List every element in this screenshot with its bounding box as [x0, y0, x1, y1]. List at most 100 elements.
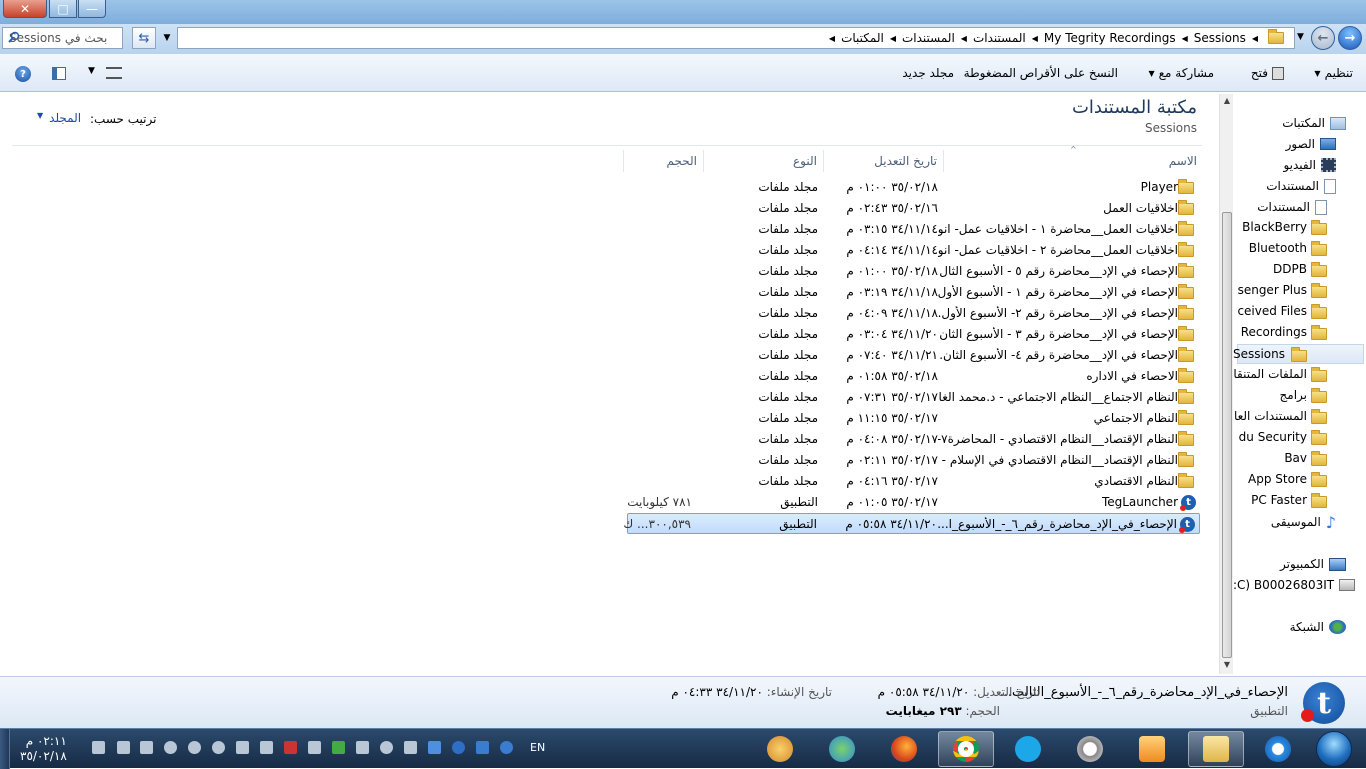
nav-item-computer[interactable]: الكمبيوتر — [1280, 554, 1346, 574]
tray-app-icon[interactable] — [164, 741, 177, 754]
maximize-button[interactable]: □ — [49, 0, 77, 18]
address-dropdown[interactable]: ▼ — [158, 27, 176, 49]
open-button[interactable]: فتح — [1251, 54, 1284, 92]
nav-folder-item[interactable]: Sessions — [1233, 344, 1364, 364]
preview-pane-icon[interactable] — [52, 67, 66, 80]
taskbar-app-media-player[interactable] — [1124, 731, 1180, 767]
volume-icon[interactable] — [92, 741, 105, 754]
nav-folder-item[interactable]: PC Faster — [1233, 491, 1327, 511]
tray-app-icon[interactable] — [500, 741, 513, 754]
nav-folder-item[interactable]: DDPB — [1233, 260, 1327, 280]
crumb-separator-icon[interactable]: ◀ — [829, 34, 835, 43]
refresh-button[interactable]: ⇆ — [132, 27, 156, 49]
tray-app-icon[interactable] — [452, 741, 465, 754]
nav-folder-item[interactable]: ceived Files — [1233, 302, 1327, 322]
nav-item-documents[interactable]: المستندات — [1266, 176, 1336, 196]
bluetooth-icon[interactable] — [428, 741, 441, 754]
tray-app-icon[interactable] — [236, 741, 249, 754]
crumb-separator-icon[interactable]: ◀ — [890, 34, 896, 43]
tray-app-icon[interactable] — [308, 741, 321, 754]
breadcrumb-item-documents-2[interactable]: المستندات — [973, 31, 1026, 45]
taskbar-app-paint[interactable] — [752, 731, 808, 767]
share-with-button[interactable]: مشاركة مع ▼ — [1148, 54, 1214, 92]
language-indicator[interactable]: EN — [530, 741, 545, 754]
burn-button[interactable]: النسخ على الأقراص المضغوطة — [964, 54, 1118, 92]
nav-item-videos[interactable]: الفيديو — [1283, 155, 1336, 175]
nav-folder-item[interactable]: du Security — [1233, 428, 1327, 448]
tray-app-icon[interactable] — [212, 741, 225, 754]
table-row[interactable]: الإحصاء في الإد__محاضرة رقم ٤- الأسبوع ا… — [627, 345, 1200, 366]
column-header-name[interactable]: الاسم — [943, 150, 1203, 172]
table-row[interactable]: الإحصاء في الإد__محاضرة رقم ٢- الأسبوع ا… — [627, 303, 1200, 324]
table-row[interactable]: اخلاقيات العمل ٣٥/٠٢/١٦ ٠٢:٤٣ م مجلد ملفات — [627, 198, 1200, 219]
crumb-separator-icon[interactable]: ◀ — [961, 34, 967, 43]
table-row[interactable]: اخلاقيات العمل__محاضرة ٢ - اخلاقيات عمل-… — [627, 240, 1200, 261]
taskbar-app-ie[interactable] — [1250, 731, 1306, 767]
taskbar-app-chrome[interactable] — [938, 731, 994, 767]
crumb-separator-icon[interactable]: ◀ — [1032, 34, 1038, 43]
nav-folder-item[interactable]: Bluetooth — [1233, 239, 1327, 259]
tray-app-icon[interactable] — [476, 741, 489, 754]
table-row[interactable]: النظام الإقتصاد__النظام الاقتصادي في الإ… — [627, 450, 1200, 471]
vertical-scrollbar[interactable]: ▲ ▼ — [1219, 94, 1233, 674]
breadcrumb-item-sessions[interactable]: Sessions — [1194, 31, 1246, 45]
back-button[interactable]: → — [1338, 26, 1362, 50]
address-bar[interactable]: ◀ المكتبات ◀ المستندات ◀ المستندات ◀ My … — [177, 27, 1295, 49]
nav-folder-item[interactable]: برامج — [1233, 386, 1327, 406]
scroll-thumb[interactable] — [1222, 212, 1232, 658]
tray-app-icon[interactable] — [260, 741, 273, 754]
show-desktop-button[interactable] — [0, 729, 10, 769]
crumb-separator-icon[interactable]: ◀ — [1252, 34, 1258, 43]
arrange-by-dropdown[interactable]: المجلد ▼ — [37, 111, 81, 125]
nav-folder-item[interactable]: BlackBerry — [1233, 218, 1327, 238]
clock[interactable]: ٠٢:١١ م ٣٥/٠٢/١٨ — [20, 734, 67, 764]
breadcrumb-item-libraries[interactable]: المكتبات — [841, 31, 884, 45]
close-button[interactable]: ✕ — [3, 0, 47, 18]
help-icon[interactable]: ? — [15, 66, 31, 82]
scroll-up-icon[interactable]: ▲ — [1222, 96, 1232, 108]
tray-app-icon[interactable] — [332, 741, 345, 754]
action-center-flag-icon[interactable] — [404, 741, 417, 754]
taskbar-app-clock[interactable] — [1062, 731, 1118, 767]
table-row[interactable]: النظام الاجتماع__النظام الاجتماعي - د.مح… — [627, 387, 1200, 408]
breadcrumb-item-documents[interactable]: المستندات — [902, 31, 955, 45]
tray-app-icon[interactable] — [188, 741, 201, 754]
nav-folder-item[interactable]: الملفات المتنقا — [1233, 365, 1327, 385]
change-view-icon[interactable] — [106, 67, 122, 79]
signal-icon[interactable] — [117, 741, 130, 754]
table-row[interactable]: Player ٣٥/٠٢/١٨ ٠١:٠٠ م مجلد ملفات — [627, 177, 1200, 198]
table-row[interactable]: الإحصاء في الإد__محاضرة رقم ٣ - الأسبوع … — [627, 324, 1200, 345]
nav-folder-item[interactable]: المستندات العامة — [1233, 407, 1327, 427]
tray-app-icon[interactable] — [140, 741, 153, 754]
nav-folder-item[interactable]: senger Plus — [1233, 281, 1327, 301]
view-dropdown-icon[interactable]: ▼ — [88, 66, 95, 76]
nav-folder-item[interactable]: App Store — [1233, 470, 1327, 490]
taskbar-app-messenger[interactable] — [814, 731, 870, 767]
nav-item-documents-folder[interactable]: المستندات — [1257, 197, 1327, 217]
taskbar-app-skype[interactable] — [1000, 731, 1056, 767]
table-row[interactable]: الإحصاء في الإد__محاضرة رقم ١ - الأسبوع … — [627, 282, 1200, 303]
scroll-down-icon[interactable]: ▼ — [1222, 660, 1232, 672]
nav-item-libraries[interactable]: المكتبات — [1282, 113, 1346, 133]
start-button[interactable] — [1316, 731, 1352, 767]
table-row[interactable]: الاحصاء في الاداره ٣٥/٠٢/١٨ ٠١:٥٨ م مجلد م… — [627, 366, 1200, 387]
table-row[interactable]: اخلاقيات العمل__محاضرة ١ - اخلاقيات عمل-… — [627, 219, 1200, 240]
nav-item-network[interactable]: الشبكة — [1290, 617, 1346, 637]
column-header-date[interactable]: تاريخ التعديل — [823, 150, 943, 172]
tray-app-icon[interactable] — [380, 741, 393, 754]
forward-button[interactable]: ← — [1311, 26, 1335, 50]
nav-item-pictures[interactable]: الصور — [1286, 134, 1336, 154]
nav-item-music[interactable]: ♪ الموسيقى — [1271, 512, 1336, 532]
search-input[interactable]: بحث في Sessions — [2, 27, 123, 49]
nav-item-drive-c[interactable]: TI30862000B (C: — [1233, 575, 1356, 595]
crumb-separator-icon[interactable]: ◀ — [1182, 34, 1188, 43]
table-row[interactable]: t TegLauncher ٣٥/٠٢/١٧ ٠١:٠٥ م التطبيق ٧٨١ ك… — [627, 492, 1200, 513]
organize-button[interactable]: تنظيم ▼ — [1314, 54, 1353, 92]
table-row[interactable]: النظام الاقتصادي ٣٥/٠٢/١٧ ٠٤:١٦ م مجلد ملف… — [627, 471, 1200, 492]
tray-app-icon[interactable] — [356, 741, 369, 754]
nav-folder-item[interactable]: Recordings — [1233, 323, 1327, 343]
column-header-type[interactable]: النوع — [703, 150, 823, 172]
breadcrumb-item-tegrity[interactable]: My Tegrity Recordings — [1044, 31, 1176, 45]
nav-folder-item[interactable]: Bav — [1233, 449, 1327, 469]
minimize-button[interactable]: — — [78, 0, 106, 18]
